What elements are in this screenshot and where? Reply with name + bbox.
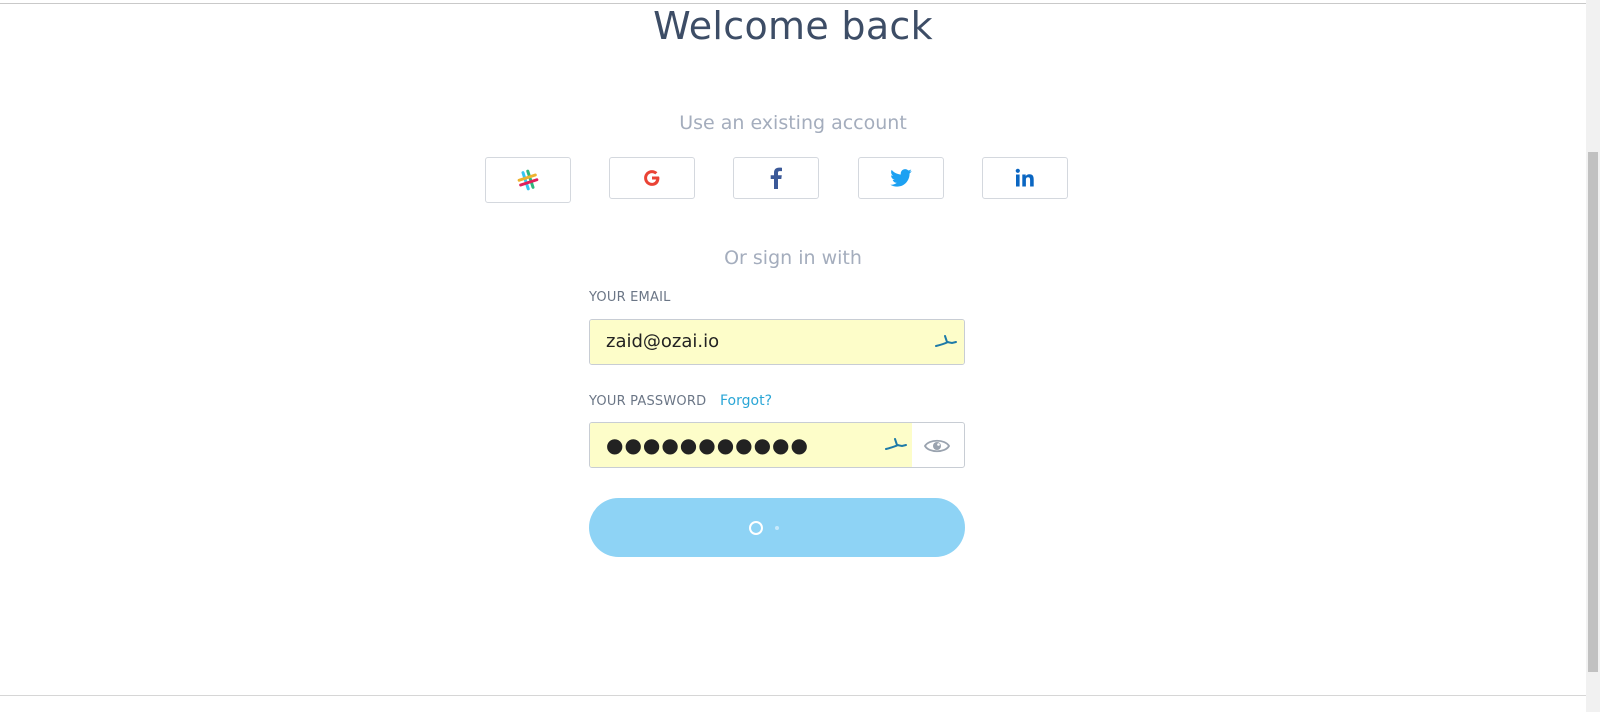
email-label: YOUR EMAIL xyxy=(589,290,671,305)
facebook-login-button[interactable] xyxy=(733,157,819,199)
linkedin-login-button[interactable] xyxy=(982,157,1068,199)
social-login-heading: Use an existing account xyxy=(679,112,907,134)
scrollbar[interactable] xyxy=(1586,0,1600,712)
facebook-icon xyxy=(770,167,782,189)
alternative-signin-divider: Or sign in with xyxy=(724,247,862,269)
spinner-icon xyxy=(749,521,763,535)
email-field[interactable]: zaid@ozai.io xyxy=(589,319,965,365)
password-label: YOUR PASSWORD xyxy=(589,394,707,409)
google-login-button[interactable] xyxy=(609,157,695,199)
autofill-key-icon[interactable] xyxy=(884,436,908,456)
password-field[interactable]: ●●●●●●●●●●● xyxy=(589,422,965,468)
scrollbar-thumb[interactable] xyxy=(1588,152,1598,672)
twitter-icon xyxy=(890,169,912,187)
slack-icon xyxy=(517,169,539,191)
page-title: Welcome back xyxy=(653,4,933,48)
twitter-login-button[interactable] xyxy=(858,157,944,199)
eye-icon[interactable] xyxy=(924,436,950,456)
autofill-key-icon[interactable] xyxy=(934,333,958,353)
bottom-divider xyxy=(0,695,1586,696)
spinner-dot xyxy=(775,526,779,530)
password-value[interactable]: ●●●●●●●●●●● xyxy=(606,433,809,457)
email-value[interactable]: zaid@ozai.io xyxy=(606,331,719,352)
forgot-password-link[interactable]: Forgot? xyxy=(720,393,772,409)
linkedin-icon xyxy=(1015,168,1034,187)
sign-in-button[interactable] xyxy=(589,498,965,557)
social-login-row xyxy=(485,157,1085,203)
login-page: Welcome back Use an existing account Or … xyxy=(0,0,1600,712)
google-icon xyxy=(644,170,660,186)
slack-login-button[interactable] xyxy=(485,157,571,203)
